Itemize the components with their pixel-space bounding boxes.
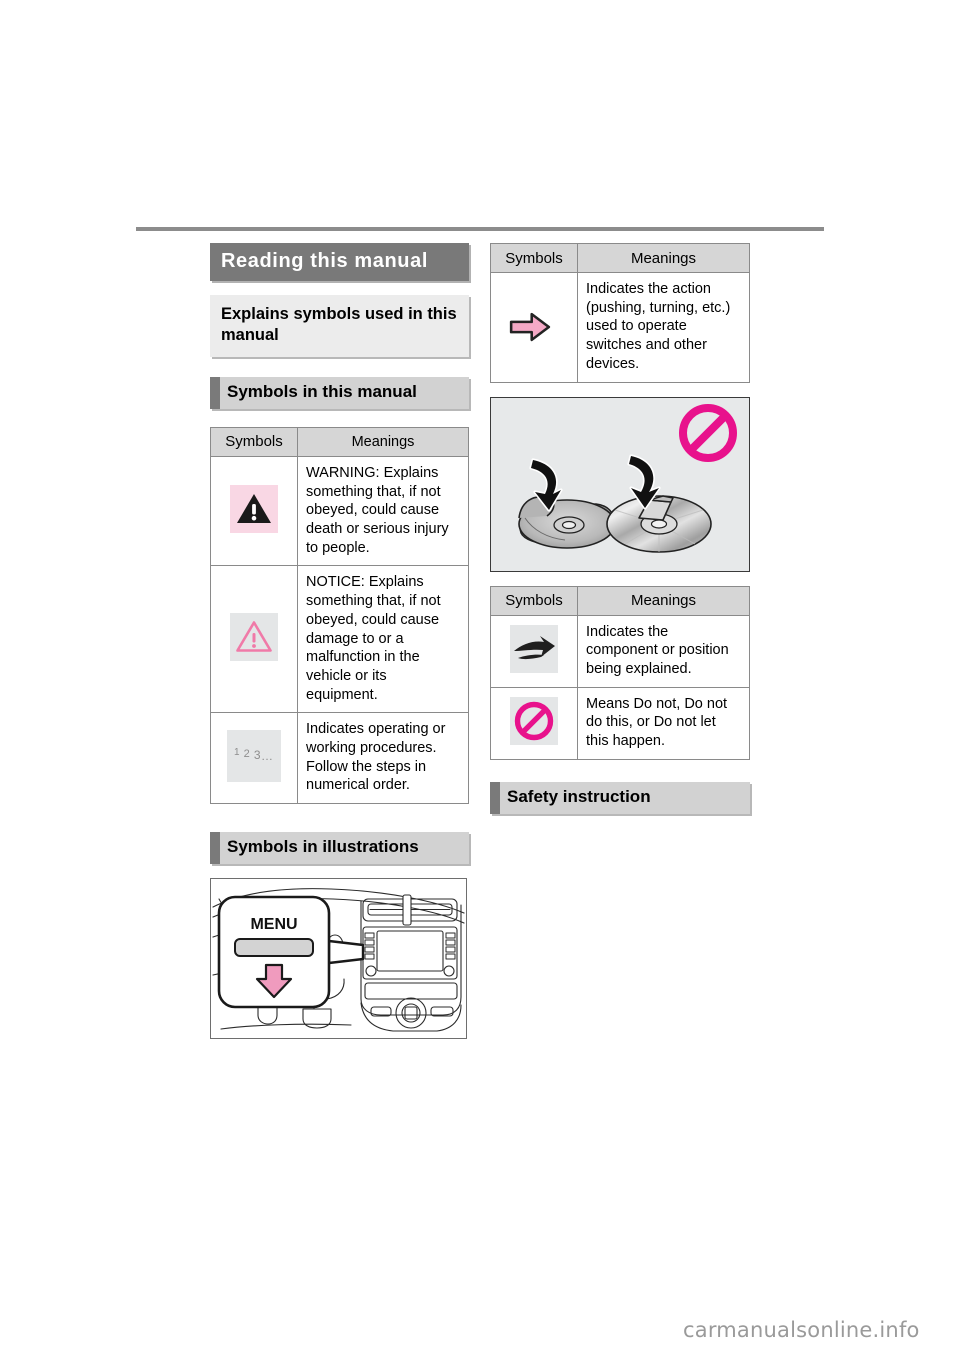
meaning-cell-notice: NOTICE: Explains something that, if not … <box>297 565 469 714</box>
symbol-cell-action-arrow <box>490 272 578 383</box>
indicator-symbol-table: Symbols Meanings Indicates the component… <box>490 585 750 760</box>
prohibition-circle-icon <box>510 696 558 745</box>
meaning-cell-numbered-steps: Indicates operating or working procedure… <box>297 712 469 805</box>
symbol-cell-notice <box>210 565 298 714</box>
section-accent-bar <box>210 376 220 409</box>
section-heading-label: Safety instruction <box>507 786 651 806</box>
page-top-rule <box>136 227 824 231</box>
table-row: Means Do not, Do not do this, or Do not … <box>490 686 750 760</box>
meaning-cell-action-arrow: Indicates the action (pushing, turning, … <box>577 272 750 383</box>
section-heading-symbols-in-illustrations: Symbols in illustrations <box>210 832 469 865</box>
numbered-steps-label: 1 2 3… <box>234 746 274 763</box>
table-row: WARNING: Explains something that, if not… <box>210 455 469 567</box>
section-heading-symbols-in-this-manual: Symbols in this manual <box>210 376 469 409</box>
column-header-symbols: Symbols <box>210 426 298 457</box>
section-accent-bar <box>490 781 500 814</box>
manual-page: Reading this manual Explains symbols use… <box>0 0 960 1358</box>
pink-block-arrow-icon <box>506 303 562 347</box>
symbol-cell-warning <box>210 455 298 567</box>
section-heading-label: Symbols in illustrations <box>227 837 419 857</box>
symbol-cell-swoosh-arrow <box>490 614 578 688</box>
warning-triangle-icon <box>230 484 278 533</box>
table-row: Indicates the action (pushing, turning, … <box>490 272 750 383</box>
symbol-cell-numbered-steps: 1 2 3… <box>210 712 298 805</box>
table-row: 1 2 3… Indicates operating or working pr… <box>210 712 469 805</box>
column-header-symbols: Symbols <box>490 585 578 616</box>
column-header-meanings: Meanings <box>577 243 750 273</box>
meaning-cell-swoosh-arrow: Indicates the component or position bein… <box>577 614 750 688</box>
numbered-steps-icon: 1 2 3… <box>227 729 281 782</box>
notice-triangle-icon <box>230 612 278 661</box>
chapter-title-bar: Reading this manual <box>210 243 469 281</box>
do-not-stack-discs-illustration <box>490 396 750 572</box>
meaning-cell-prohibition: Means Do not, Do not do this, or Do not … <box>577 686 750 760</box>
symbol-cell-prohibition <box>490 686 578 760</box>
table-header-row: Symbols Meanings <box>210 426 469 457</box>
action-symbol-table: Symbols Meanings Indicates the action (p… <box>490 243 750 383</box>
table-row: NOTICE: Explains something that, if not … <box>210 565 469 714</box>
right-column: Symbols Meanings Indicates the action (p… <box>490 243 750 814</box>
column-header-symbols: Symbols <box>490 243 578 273</box>
section-heading-safety-instruction: Safety instruction <box>490 781 750 814</box>
meaning-cell-warning: WARNING: Explains something that, if not… <box>297 455 469 567</box>
section-heading-label: Symbols in this manual <box>227 381 417 401</box>
section-accent-bar <box>210 832 220 865</box>
subject-summary-box: Explains symbols used in this manual <box>210 295 469 357</box>
swoosh-arrow-icon <box>510 624 558 673</box>
svg-text:MENU: MENU <box>250 916 297 933</box>
dashboard-menu-button-illustration: MENU <box>210 878 467 1040</box>
site-watermark: carmanualsonline.info <box>683 1318 920 1342</box>
column-header-meanings: Meanings <box>297 426 469 457</box>
column-header-meanings: Meanings <box>577 585 750 616</box>
table-header-row: Symbols Meanings <box>490 243 750 273</box>
table-row: Indicates the component or position bein… <box>490 614 750 688</box>
left-column: Reading this manual Explains symbols use… <box>210 243 469 1040</box>
table-header-row: Symbols Meanings <box>490 585 750 616</box>
symbols-meanings-table: Symbols Meanings WARNING: Explains somet… <box>210 426 469 805</box>
